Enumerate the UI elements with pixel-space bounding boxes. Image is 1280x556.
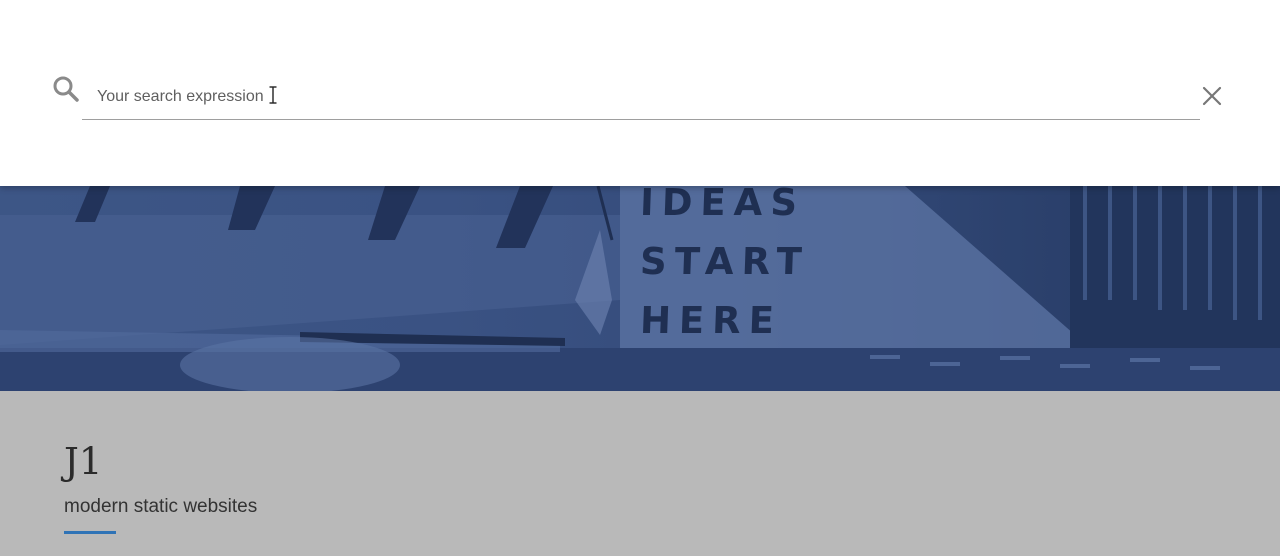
hero-sign-line: START <box>639 240 811 283</box>
search-input[interactable] <box>82 74 1200 120</box>
hero-sign-line: HERE <box>639 299 783 342</box>
search-icon <box>52 75 80 103</box>
site-tagline: modern static websites <box>64 496 258 517</box>
page: IDEAS START HERE J1 mode <box>0 0 1280 556</box>
text-cursor-icon <box>268 86 278 104</box>
close-icon[interactable] <box>1201 85 1223 107</box>
search-overlay <box>0 0 1280 186</box>
site-title: J1 <box>64 440 103 483</box>
intro-section: J1 modern static websites <box>0 391 1280 556</box>
accent-divider <box>64 531 116 534</box>
hero-sign-line: IDEAS <box>639 181 806 224</box>
